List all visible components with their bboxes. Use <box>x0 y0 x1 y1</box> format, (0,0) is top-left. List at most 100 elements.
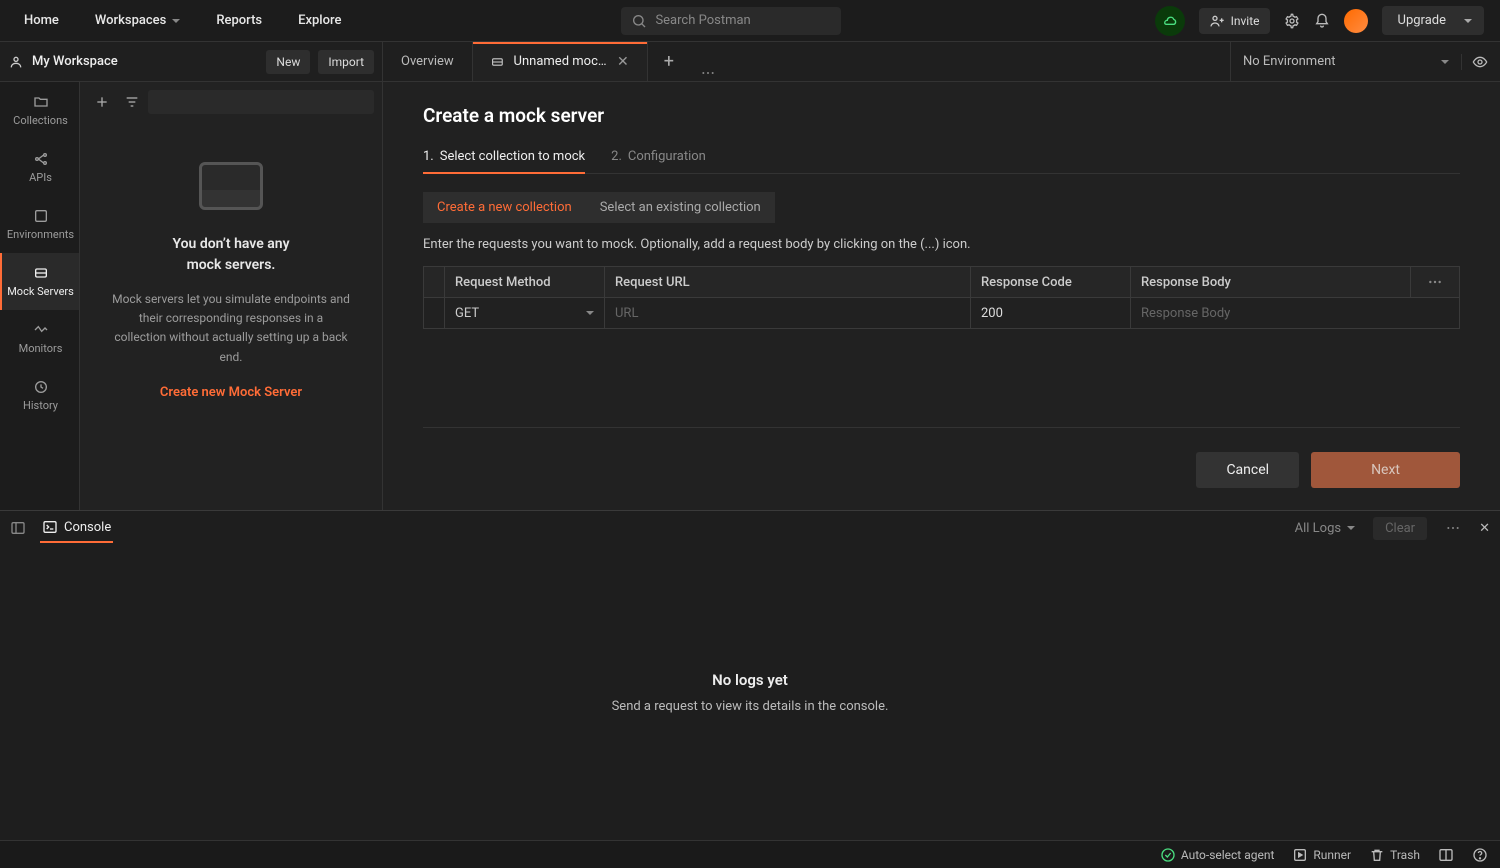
main: Collections APIs Environments Mock Serve… <box>0 82 1500 510</box>
side-search-input[interactable] <box>148 90 374 114</box>
step-1[interactable]: 1. Select collection to mock <box>423 141 585 174</box>
avatar[interactable] <box>1344 9 1368 33</box>
body-input[interactable]: Response Body <box>1131 298 1459 328</box>
nav-reports[interactable]: Reports <box>200 0 278 42</box>
workspace-name: My Workspace <box>32 54 118 69</box>
toggle-left-panel-button[interactable] <box>10 520 26 536</box>
search-icon <box>631 13 647 29</box>
settings-button[interactable] <box>1284 13 1300 29</box>
dots-icon <box>700 65 716 81</box>
agent-label: Auto-select agent <box>1181 848 1275 862</box>
eye-icon <box>1472 54 1488 70</box>
col-more-button[interactable] <box>1411 267 1459 297</box>
collection-source-tabs: Create a new collection Select an existi… <box>423 192 1460 223</box>
create-mock-server-link[interactable]: Create new Mock Server <box>160 385 302 400</box>
clear-button[interactable]: Clear <box>1373 517 1427 540</box>
console-tab-label: Console <box>64 520 111 535</box>
search-input[interactable]: Search Postman <box>621 7 841 35</box>
console-empty-desc: Send a request to view its details in th… <box>612 699 889 714</box>
rail-env-label: Environments <box>7 228 74 241</box>
tab-close-button[interactable]: ✕ <box>617 55 629 69</box>
workspace-header: My Workspace New Import <box>0 42 383 81</box>
runner-button[interactable]: Runner <box>1292 847 1351 863</box>
rail-environments[interactable]: Environments <box>0 196 79 253</box>
hint-text: Enter the requests you want to mock. Opt… <box>423 237 1460 252</box>
col-url: Request URL <box>605 267 971 297</box>
empty-desc: Mock servers let you simulate endpoints … <box>112 290 350 367</box>
empty-title: You don’t have any mock servers. <box>172 234 289 276</box>
dots-icon <box>1427 274 1443 290</box>
body-placeholder: Response Body <box>1141 306 1230 321</box>
url-input[interactable]: URL <box>605 298 971 328</box>
rail-collections-label: Collections <box>13 114 68 127</box>
console-empty-title: No logs yet <box>712 671 788 689</box>
subtab-existing-collection[interactable]: Select an existing collection <box>586 192 775 223</box>
trash-icon <box>1369 847 1385 863</box>
monitor-icon <box>33 322 49 338</box>
person-icon <box>8 54 24 70</box>
agent-status[interactable]: Auto-select agent <box>1160 847 1275 863</box>
invite-button[interactable]: Invite <box>1199 8 1270 34</box>
tab-mock-server[interactable]: Unnamed mock se… ✕ <box>473 42 648 81</box>
empty-title-l1: You don’t have any <box>172 236 289 252</box>
nav-workspaces-label: Workspaces <box>95 13 166 28</box>
bell-icon <box>1314 13 1330 29</box>
environment-quicklook-button[interactable] <box>1461 54 1488 70</box>
requests-table: Request Method Request URL Response Code… <box>423 266 1460 329</box>
top-bar: Home Workspaces Reports Explore Search P… <box>0 0 1500 42</box>
side-panel: You don’t have any mock servers. Mock se… <box>80 82 383 510</box>
filter-button[interactable] <box>118 88 146 116</box>
url-placeholder: URL <box>615 306 638 321</box>
console-more-button[interactable] <box>1445 520 1461 536</box>
tab-overview[interactable]: Overview <box>383 42 473 81</box>
step-2-label: Configuration <box>628 149 706 165</box>
footer-buttons: Cancel Next <box>423 427 1460 488</box>
col-code: Response Code <box>971 267 1131 297</box>
close-console-button[interactable]: ✕ <box>1479 521 1490 536</box>
tab-overview-label: Overview <box>401 54 454 69</box>
code-input[interactable]: 200 <box>971 298 1131 328</box>
invite-label: Invite <box>1231 14 1260 28</box>
nav-explore[interactable]: Explore <box>282 0 357 42</box>
sync-status-icon[interactable] <box>1155 6 1185 36</box>
rail-collections[interactable]: Collections <box>0 82 79 139</box>
next-button[interactable]: Next <box>1311 452 1460 488</box>
log-filter[interactable]: All Logs <box>1295 521 1355 536</box>
nav-workspaces[interactable]: Workspaces <box>79 0 196 42</box>
step-2[interactable]: 2. Configuration <box>611 141 706 173</box>
close-icon: ✕ <box>1479 521 1490 536</box>
import-button[interactable]: Import <box>318 50 374 74</box>
two-pane-button[interactable] <box>1438 847 1454 863</box>
rail-history[interactable]: History <box>0 367 79 424</box>
rail-monitors[interactable]: Monitors <box>0 310 79 367</box>
step-1-num: 1. <box>423 149 434 164</box>
cancel-button[interactable]: Cancel <box>1196 452 1299 488</box>
environment-selector[interactable]: No Environment <box>1230 42 1500 81</box>
api-icon <box>33 151 49 167</box>
tabs-area: Overview Unnamed mock se… ✕ + <box>383 42 1230 81</box>
notifications-button[interactable] <box>1314 13 1330 29</box>
nav-explore-label: Explore <box>298 13 341 28</box>
subtab-new-collection[interactable]: Create a new collection <box>423 192 586 223</box>
rail-mock-servers[interactable]: Mock Servers <box>0 253 79 310</box>
new-button[interactable]: New <box>266 50 310 74</box>
method-select[interactable]: GET <box>445 298 605 328</box>
rail-apis[interactable]: APIs <box>0 139 79 196</box>
trash-button[interactable]: Trash <box>1369 847 1420 863</box>
workspace-row: My Workspace New Import Overview Unnamed… <box>0 42 1500 82</box>
new-tab-button[interactable]: + <box>648 42 690 81</box>
panel-icon <box>10 520 26 536</box>
nav-home[interactable]: Home <box>8 0 75 42</box>
console-tab[interactable]: Console <box>40 513 113 543</box>
filter-icon <box>124 94 140 110</box>
env-icon <box>33 208 49 224</box>
help-button[interactable] <box>1472 847 1488 863</box>
upgrade-button[interactable]: Upgrade <box>1382 6 1484 35</box>
row-handle[interactable] <box>424 298 445 328</box>
nav-home-label: Home <box>24 13 59 28</box>
new-button-label: New <box>276 55 300 69</box>
tab-overflow-button[interactable] <box>690 65 726 81</box>
rail-mock-label: Mock Servers <box>7 285 74 298</box>
chevron-down-icon <box>586 311 594 319</box>
create-button[interactable] <box>88 88 116 116</box>
